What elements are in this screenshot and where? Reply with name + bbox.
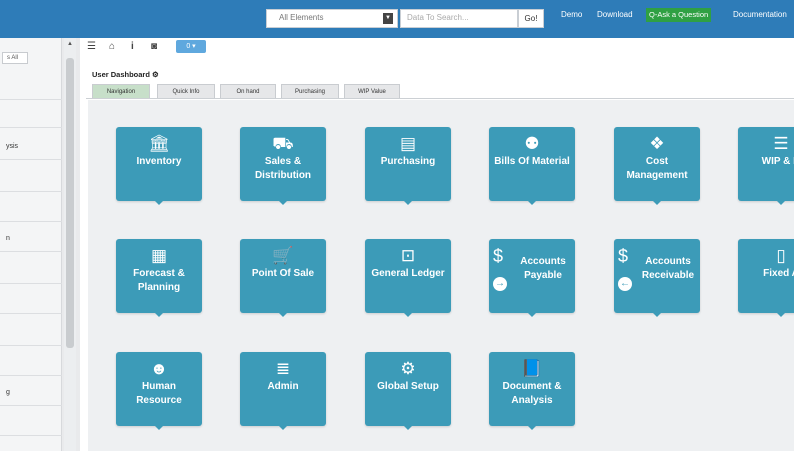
arrow-right-icon: → [493, 277, 507, 291]
page-title: User Dashboard ⚙ [92, 70, 159, 79]
users-icon: ☻ [150, 359, 168, 378]
dashboard-icon[interactable]: ◙ [151, 41, 157, 52]
tile-sales-distribution[interactable]: ⛟ Sales & Distribution [240, 127, 326, 205]
tile-label: Human Resource [136, 381, 182, 406]
tile-label: Forecast & Planning [133, 268, 185, 293]
sidebar-item[interactable]: g [0, 380, 62, 406]
tile-wip[interactable]: ☰ WIP & N [738, 127, 794, 205]
top-navigation-bar: All Elements ▼ Data To Search... Go! Dem… [0, 0, 794, 38]
tile-admin[interactable]: ≣ Admin [240, 352, 326, 430]
notification-badge[interactable]: 0 ▾ [176, 40, 206, 53]
sidebar-item[interactable] [0, 410, 62, 436]
tile-label: Fixed A [763, 268, 794, 279]
tile-label: Global Setup [377, 381, 439, 392]
tab-quick-info[interactable]: Quick Info [157, 84, 215, 98]
sidebar-item[interactable] [0, 258, 62, 284]
tile-accounts-receivable[interactable]: $ ← Accounts Receivable [614, 239, 700, 317]
cart-icon: 🛒 [272, 246, 294, 265]
sidebar-item[interactable] [0, 74, 62, 100]
tile-accounts-payable[interactable]: $ → Accounts Payable [489, 239, 575, 317]
tile-label: Accounts Receivable [641, 256, 695, 281]
tab-divider [86, 98, 794, 99]
dollar-in-icon: $ [618, 246, 629, 266]
sitemap-icon: ⚉ [524, 134, 540, 153]
sidebar-item[interactable] [0, 196, 62, 222]
calculator-icon: ▯ [776, 246, 786, 265]
sidebar-item-label: g [6, 389, 10, 396]
tile-label: Point Of Sale [251, 268, 315, 279]
bank-icon: 🏛 [148, 134, 170, 153]
tile-label: Purchasing [380, 156, 436, 167]
tile-bills-of-material[interactable]: ⚉ Bills Of Material [489, 127, 575, 205]
left-sidebar: s All ysis n g [0, 38, 62, 451]
settings-icon[interactable]: ⚙ [152, 70, 159, 79]
ask-question-button[interactable]: Q-Ask a Question [646, 8, 712, 22]
tile-label: Inventory [136, 156, 182, 167]
server-icon: ☰ [773, 134, 789, 153]
tile-label: Sales & Distribution [254, 156, 312, 181]
sidebar-item[interactable] [0, 288, 62, 314]
money-icon: ⊡ [400, 246, 416, 265]
document-icon: ▤ [399, 134, 417, 153]
sidebar-item[interactable]: ysis [0, 134, 62, 160]
grid-icon: ▦ [150, 246, 168, 265]
tab-wip-value[interactable]: WIP Value [344, 84, 400, 98]
cubes-icon: ❖ [649, 134, 665, 153]
search-scope-value: All Elements [279, 13, 324, 22]
tile-label: WIP & N [761, 156, 794, 167]
home-icon[interactable]: ⌂ [109, 41, 115, 52]
expand-all-button[interactable]: s All [2, 52, 28, 64]
sidebar-item[interactable] [0, 166, 62, 192]
demo-link[interactable]: Demo [561, 10, 582, 19]
tile-label: Admin [267, 381, 299, 392]
tile-global-setup[interactable]: ⚙ Global Setup [365, 352, 451, 430]
truck-icon: ⛟ [272, 134, 294, 153]
sidebar-item-label: n [6, 235, 10, 242]
chevron-down-icon[interactable]: ▼ [383, 13, 393, 24]
download-link[interactable]: Download [597, 10, 633, 19]
tile-label: General Ledger [371, 268, 445, 279]
tab-on-hand[interactable]: On hand [220, 84, 276, 98]
tab-purchasing[interactable]: Purchasing [281, 84, 339, 98]
tile-human-resource[interactable]: ☻ Human Resource [116, 352, 202, 430]
book-icon: 📘 [521, 359, 543, 378]
tile-point-of-sale[interactable]: 🛒 Point Of Sale [240, 239, 326, 317]
tile-fixed-assets[interactable]: ▯ Fixed A [738, 239, 794, 317]
tile-document-analysis[interactable]: 📘 Document & Analysis [489, 352, 575, 430]
scrollbar-thumb[interactable] [66, 58, 74, 348]
documentation-link[interactable]: Documentation [733, 10, 787, 19]
tile-label: Bills Of Material [494, 156, 570, 167]
arrow-left-icon: ← [618, 277, 632, 291]
dollar-out-icon: $ [493, 246, 504, 266]
menu-icon[interactable]: ☰ [87, 41, 96, 52]
tile-forecast-planning[interactable]: ▦ Forecast & Planning [116, 239, 202, 317]
go-button[interactable]: Go! [518, 9, 544, 28]
tile-label: Accounts Payable [520, 256, 566, 281]
search-input[interactable]: Data To Search... [400, 9, 518, 28]
info-icon[interactable]: i [131, 41, 134, 52]
tab-navigation[interactable]: Navigation [92, 84, 150, 98]
sidebar-item[interactable] [0, 320, 62, 346]
sidebar-item[interactable]: n [0, 226, 62, 252]
sidebar-item[interactable] [0, 102, 62, 128]
gears-icon: ⚙ [400, 359, 416, 378]
sidebar-item[interactable] [0, 350, 62, 376]
sidebar-item-label: ysis [6, 143, 19, 150]
tile-label: Cost Management [626, 156, 688, 181]
tile-cost-management[interactable]: ❖ Cost Management [614, 127, 700, 205]
search-scope-select[interactable]: All Elements ▼ [266, 9, 398, 28]
tile-general-ledger[interactable]: ⊡ General Ledger [365, 239, 451, 317]
tile-label: Document & Analysis [502, 381, 562, 406]
database-icon: ≣ [275, 359, 291, 378]
scroll-up-icon[interactable]: ▲ [67, 41, 73, 47]
tile-inventory[interactable]: 🏛 Inventory [116, 127, 202, 205]
tile-purchasing[interactable]: ▤ Purchasing [365, 127, 451, 205]
